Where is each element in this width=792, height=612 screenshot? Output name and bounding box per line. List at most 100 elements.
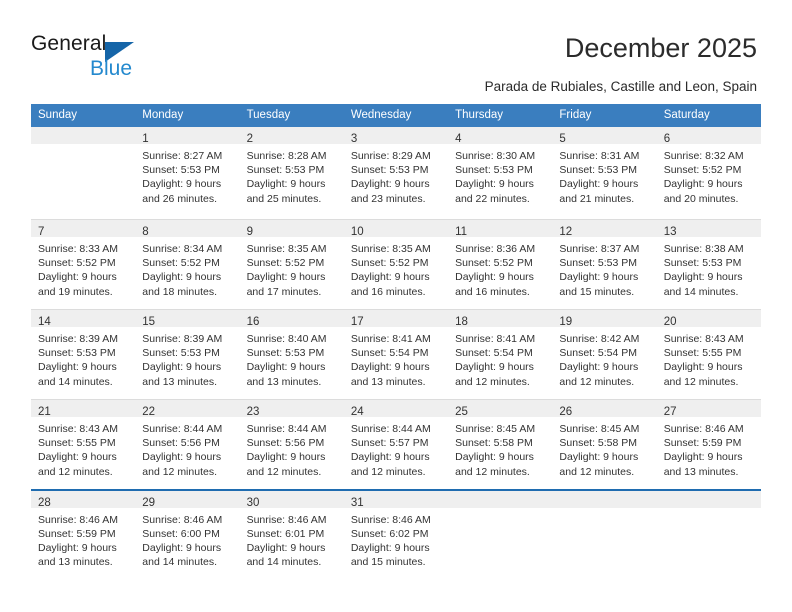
day-details: Sunrise: 8:27 AM Sunset: 5:53 PM Daylight:…	[135, 144, 240, 206]
day-number-band: 5	[552, 127, 657, 145]
day-number: 29	[142, 496, 156, 509]
day-detail-line: and 19 minutes.	[38, 285, 113, 298]
calendar-day-cell[interactable]: 31 Sunrise: 8:46 AM Sunset: 6:02 PM Dayligh…	[343, 488, 449, 583]
calendar-day-cell[interactable]: 16 Sunrise: 8:40 AM Sunset: 5:53 PM Dayligh…	[239, 309, 344, 400]
day-detail-line: Daylight: 9 hours	[455, 361, 534, 374]
day-number: 16	[246, 316, 260, 328]
day-detail-line: Daylight: 9 hours	[246, 361, 326, 374]
calendar-day-cell[interactable]: 25 Sunrise: 8:45 AM Sunset: 5:58 PM Dayligh…	[448, 399, 553, 490]
day-number: 4	[455, 133, 462, 145]
calendar-day-cell[interactable]: 11 Sunrise: 8:36 AM Sunset: 5:52 PM Dayligh…	[448, 219, 553, 310]
calendar-day-cell-empty	[31, 127, 136, 220]
day-detail-line: Sunset: 5:56 PM	[142, 437, 220, 450]
day-detail-line: Sunset: 5:58 PM	[455, 437, 533, 450]
calendar-day-cell[interactable]: 13 Sunrise: 8:38 AM Sunset: 5:53 PM Dayligh…	[656, 219, 761, 310]
day-detail-line: Daylight: 9 hours	[350, 541, 430, 554]
day-number-band: 1	[135, 127, 240, 145]
day-number-band: 18	[448, 310, 553, 328]
day-detail-line: and 14 minutes.	[663, 285, 739, 298]
page-header: General Blue December 2025 Parada de Rub…	[0, 0, 792, 104]
weekday-header-sunday: Sunday	[31, 104, 136, 127]
calendar-day-cell[interactable]: 8 Sunrise: 8:34 AM Sunset: 5:52 PM Daylight…	[135, 219, 240, 310]
calendar-day-cell[interactable]: 5 Sunrise: 8:31 AM Sunset: 5:53 PM Daylight…	[552, 127, 657, 220]
calendar-day-cell[interactable]: 9 Sunrise: 8:35 AM Sunset: 5:52 PM Daylight…	[239, 219, 344, 310]
day-number: 15	[142, 316, 156, 328]
calendar-day-cell[interactable]: 24 Sunrise: 8:44 AM Sunset: 5:57 PM Dayligh…	[343, 399, 449, 490]
day-detail-line: and 13 minutes.	[142, 375, 217, 388]
day-number: 2	[246, 133, 253, 145]
day-detail-line: Sunset: 5:53 PM	[559, 257, 638, 270]
day-number-band: 9	[239, 220, 344, 238]
day-details: Sunrise: 8:41 AM Sunset: 5:54 PM Daylight:…	[343, 327, 449, 389]
day-details	[31, 144, 136, 219]
day-number: 22	[142, 406, 156, 418]
day-number-band: 4	[448, 127, 553, 145]
day-detail-line: Sunrise: 8:46 AM	[142, 513, 223, 526]
day-detail-line: Daylight: 9 hours	[142, 361, 222, 374]
calendar-day-cell[interactable]: 20 Sunrise: 8:43 AM Sunset: 5:55 PM Dayligh…	[656, 309, 761, 400]
day-number-band: 10	[343, 220, 449, 238]
day-detail-line: Daylight: 9 hours	[350, 178, 430, 191]
day-details: Sunrise: 8:39 AM Sunset: 5:53 PM Daylight:…	[31, 327, 136, 389]
day-detail-line: and 12 minutes.	[559, 375, 635, 388]
weekday-header-monday: Monday	[135, 104, 240, 127]
day-detail-line: Daylight: 9 hours	[663, 271, 743, 284]
day-detail-line: and 17 minutes.	[246, 285, 322, 298]
calendar-day-cell[interactable]: 30 Sunrise: 8:46 AM Sunset: 6:01 PM Dayligh…	[239, 488, 344, 583]
day-number-band: 28	[31, 490, 136, 509]
calendar-day-cell[interactable]: 6 Sunrise: 8:32 AM Sunset: 5:52 PM Daylight…	[656, 127, 761, 220]
day-detail-line: and 12 minutes.	[455, 375, 530, 388]
calendar-day-cell[interactable]: 7 Sunrise: 8:33 AM Sunset: 5:52 PM Daylight…	[31, 219, 136, 310]
day-number: 7	[38, 226, 45, 238]
day-number-band: 23	[239, 400, 344, 418]
calendar-day-cell[interactable]: 26 Sunrise: 8:45 AM Sunset: 5:58 PM Dayligh…	[552, 399, 657, 490]
calendar-day-cell[interactable]: 12 Sunrise: 8:37 AM Sunset: 5:53 PM Dayligh…	[552, 219, 657, 310]
day-number-band: 17	[343, 310, 449, 328]
calendar-day-cell[interactable]: 22 Sunrise: 8:44 AM Sunset: 5:56 PM Dayligh…	[135, 399, 240, 490]
calendar-day-cell[interactable]: 3 Sunrise: 8:29 AM Sunset: 5:53 PM Daylight…	[343, 127, 449, 220]
day-detail-line: Sunrise: 8:41 AM	[455, 333, 536, 345]
calendar-day-cell[interactable]: 23 Sunrise: 8:44 AM Sunset: 5:56 PM Dayligh…	[239, 399, 344, 490]
day-detail-line: Sunrise: 8:44 AM	[142, 423, 223, 435]
day-number-band: 15	[135, 310, 240, 328]
day-details: Sunrise: 8:44 AM Sunset: 5:56 PM Daylight:…	[239, 417, 344, 479]
day-detail-line: Daylight: 9 hours	[38, 361, 117, 374]
weekday-header-tuesday: Tuesday	[239, 104, 344, 127]
day-detail-line: Sunset: 5:53 PM	[455, 164, 533, 177]
day-details: Sunrise: 8:38 AM Sunset: 5:53 PM Daylight:…	[656, 237, 761, 299]
day-detail-line: Sunrise: 8:46 AM	[663, 423, 744, 435]
day-detail-line: Daylight: 9 hours	[38, 541, 117, 554]
day-detail-line: Daylight: 9 hours	[142, 271, 222, 284]
day-detail-line: and 13 minutes.	[663, 465, 739, 478]
day-detail-line: Sunrise: 8:34 AM	[142, 243, 223, 255]
day-detail-line: Sunrise: 8:39 AM	[142, 333, 223, 345]
calendar-day-cell[interactable]: 10 Sunrise: 8:35 AM Sunset: 5:52 PM Dayligh…	[343, 219, 449, 310]
calendar-day-cell[interactable]: 2 Sunrise: 8:28 AM Sunset: 5:53 PM Daylight…	[239, 127, 344, 220]
calendar-day-cell[interactable]: 29 Sunrise: 8:46 AM Sunset: 6:00 PM Dayligh…	[135, 488, 240, 583]
calendar-day-cell[interactable]: 19 Sunrise: 8:42 AM Sunset: 5:54 PM Dayligh…	[552, 309, 657, 400]
day-details: Sunrise: 8:44 AM Sunset: 5:57 PM Daylight:…	[343, 417, 449, 479]
day-number-band: 24	[343, 400, 449, 418]
calendar-day-cell[interactable]: 27 Sunrise: 8:46 AM Sunset: 5:59 PM Dayligh…	[656, 399, 761, 490]
day-details	[552, 507, 657, 583]
day-detail-line: Sunset: 5:53 PM	[663, 257, 742, 270]
calendar-day-cell[interactable]: 18 Sunrise: 8:41 AM Sunset: 5:54 PM Dayligh…	[448, 309, 553, 400]
calendar-day-cell-empty	[552, 488, 657, 583]
calendar-week-row: 14 Sunrise: 8:39 AM Sunset: 5:53 PM Dayligh…	[31, 309, 761, 400]
calendar-day-cell[interactable]: 4 Sunrise: 8:30 AM Sunset: 5:53 PM Daylight…	[448, 127, 553, 220]
calendar-day-cell[interactable]: 28 Sunrise: 8:46 AM Sunset: 5:59 PM Dayligh…	[31, 488, 136, 583]
calendar-day-cell[interactable]: 14 Sunrise: 8:39 AM Sunset: 5:53 PM Dayligh…	[31, 309, 136, 400]
day-detail-line: Daylight: 9 hours	[455, 451, 534, 464]
day-details	[656, 507, 761, 583]
day-detail-line: Sunset: 5:54 PM	[455, 347, 533, 360]
day-detail-line: Daylight: 9 hours	[246, 178, 326, 191]
calendar-day-cell[interactable]: 21 Sunrise: 8:43 AM Sunset: 5:55 PM Dayligh…	[31, 399, 136, 490]
calendar-day-cell[interactable]: 17 Sunrise: 8:41 AM Sunset: 5:54 PM Dayligh…	[343, 309, 449, 400]
day-number-band: 16	[239, 310, 344, 328]
calendar-week-row: 28 Sunrise: 8:46 AM Sunset: 5:59 PM Dayligh…	[31, 488, 761, 583]
calendar-day-cell[interactable]: 1 Sunrise: 8:27 AM Sunset: 5:53 PM Daylight…	[135, 127, 240, 220]
day-detail-line: Sunrise: 8:46 AM	[350, 513, 431, 526]
generalblue-logo[interactable]: General Blue	[31, 32, 211, 88]
day-detail-line: Sunset: 5:53 PM	[246, 347, 325, 360]
calendar-day-cell[interactable]: 15 Sunrise: 8:39 AM Sunset: 5:53 PM Dayligh…	[135, 309, 240, 400]
